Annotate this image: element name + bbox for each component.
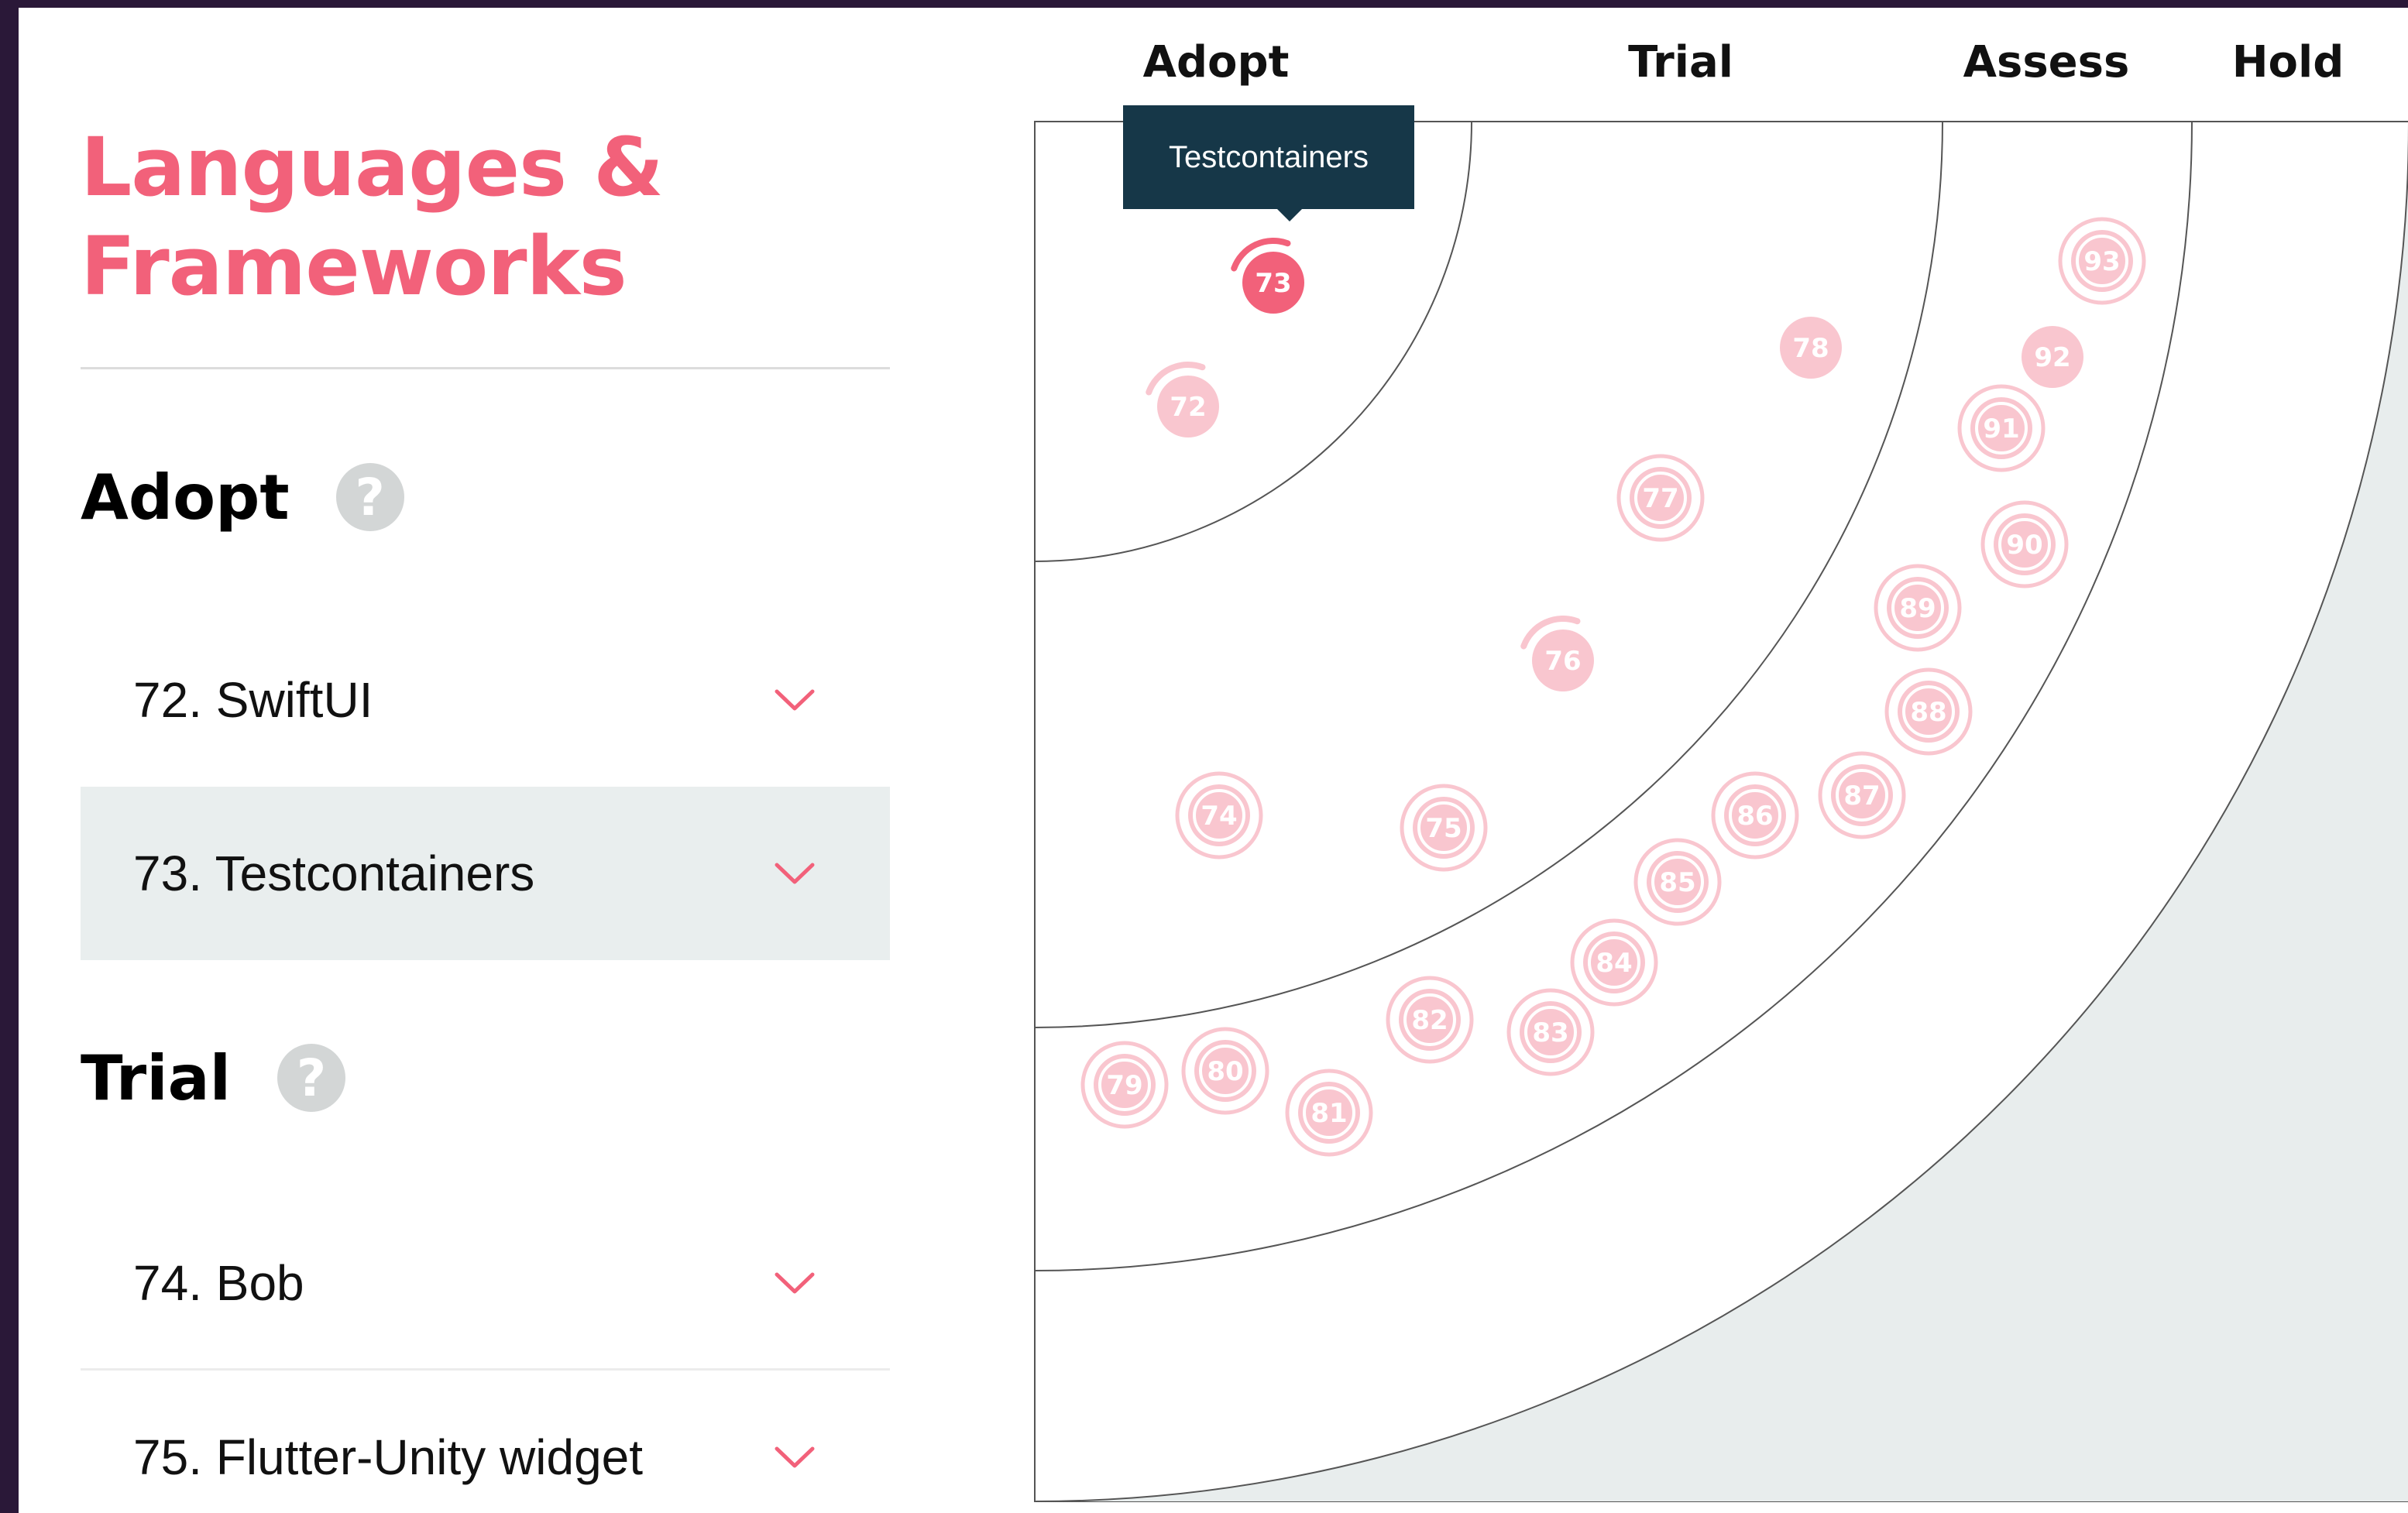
radar-blip-79[interactable]: 79 bbox=[1080, 1041, 1169, 1129]
radar-blip-93[interactable]: 93 bbox=[2058, 217, 2146, 305]
ring-heading-label: Adopt bbox=[81, 461, 290, 533]
blip-number: 76 bbox=[1544, 646, 1581, 677]
chevron-down-icon[interactable] bbox=[774, 860, 816, 887]
ring-heading-trial: Trial ? bbox=[81, 1039, 346, 1117]
question-mark-icon[interactable]: ? bbox=[277, 1044, 346, 1112]
radar-blip-84[interactable]: 84 bbox=[1570, 918, 1658, 1007]
blip-number: 90 bbox=[2006, 530, 2042, 561]
radar-blip-91[interactable]: 91 bbox=[1957, 384, 2046, 472]
blip-number: 84 bbox=[1596, 948, 1632, 979]
radar-blip-86[interactable]: 86 bbox=[1711, 771, 1799, 859]
blip-number: 93 bbox=[2083, 246, 2120, 277]
radar-quadrant: 72 73 74 75 76 77 78 79 80 81 82 83 84 85 86 87 88 89 90 91… bbox=[1034, 121, 2408, 1502]
radar-blip-75[interactable]: 75 bbox=[1400, 784, 1488, 872]
ring-heading-adopt: Adopt ? bbox=[81, 458, 404, 536]
blip-number: 72 bbox=[1170, 392, 1206, 423]
tooltip-arrow bbox=[1277, 209, 1302, 221]
list-item-bob[interactable]: 74. Bob bbox=[81, 1197, 890, 1371]
blip-number: 74 bbox=[1201, 801, 1237, 832]
list-item-swiftui[interactable]: 72. SwiftUI bbox=[81, 613, 890, 787]
blip-number: 86 bbox=[1736, 801, 1773, 832]
list-item-flutter-unity-widget[interactable]: 75. Flutter-Unity widget bbox=[81, 1371, 890, 1513]
radar-blip-77[interactable]: 77 bbox=[1616, 454, 1705, 542]
title-divider bbox=[81, 367, 890, 369]
list-item-label: 74. Bob bbox=[133, 1254, 304, 1311]
blip-number: 82 bbox=[1411, 1005, 1448, 1036]
list-item-testcontainers[interactable]: 73. Testcontainers bbox=[81, 787, 890, 960]
radar-blip-89[interactable]: 89 bbox=[1874, 564, 1962, 652]
blip-number: 79 bbox=[1106, 1070, 1142, 1101]
tooltip-text: Testcontainers bbox=[1169, 139, 1369, 174]
ring-label-assess: Assess bbox=[1963, 37, 2130, 87]
blip-number: 92 bbox=[2034, 342, 2070, 373]
blip-number: 80 bbox=[1207, 1056, 1243, 1087]
radar-blip-90[interactable]: 90 bbox=[1980, 500, 2069, 588]
radar-blip-74[interactable]: 74 bbox=[1175, 771, 1263, 859]
blip-number: 89 bbox=[1899, 593, 1936, 624]
radar-blip-80[interactable]: 80 bbox=[1181, 1027, 1269, 1115]
radar-blip-81[interactable]: 81 bbox=[1285, 1069, 1373, 1157]
blip-number: 91 bbox=[1983, 413, 2019, 444]
chevron-down-icon[interactable] bbox=[774, 1444, 816, 1470]
blip-number: 75 bbox=[1425, 813, 1462, 844]
radar-blip-87[interactable]: 87 bbox=[1818, 751, 1906, 839]
question-mark-icon[interactable]: ? bbox=[335, 463, 404, 531]
radar-blip-92[interactable]: 92 bbox=[2022, 326, 2083, 388]
blip-number: 78 bbox=[1792, 333, 1829, 364]
ring-label-adopt: Adopt bbox=[1142, 37, 1290, 87]
chevron-down-icon[interactable] bbox=[774, 1270, 816, 1296]
radar-blip-78[interactable]: 78 bbox=[1780, 317, 1842, 379]
blip-number: 87 bbox=[1843, 781, 1880, 811]
radar-blip-83[interactable]: 83 bbox=[1506, 988, 1595, 1076]
blip-number: 88 bbox=[1910, 697, 1946, 728]
ring-label-trial: Trial bbox=[1628, 37, 1733, 87]
list-item-label: 72. SwiftUI bbox=[133, 672, 373, 728]
radar-blip-82[interactable]: 82 bbox=[1386, 976, 1474, 1064]
blip-number: 85 bbox=[1659, 867, 1695, 898]
quadrant-title: Languages & Frameworks bbox=[81, 120, 664, 314]
ring-heading-label: Trial bbox=[81, 1041, 232, 1114]
blip-number: 77 bbox=[1642, 483, 1678, 514]
blip-tooltip: Testcontainers bbox=[1123, 105, 1414, 209]
ring-label-hold: Hold bbox=[2231, 37, 2344, 87]
blip-number: 73 bbox=[1255, 268, 1291, 299]
blip-number: 81 bbox=[1310, 1098, 1347, 1129]
list-item-label: 73. Testcontainers bbox=[133, 846, 535, 901]
tech-radar-page: Languages & Frameworks Adopt ? 72. Swift… bbox=[19, 8, 2408, 1513]
chevron-down-icon[interactable] bbox=[774, 687, 816, 713]
radar-blip-85[interactable]: 85 bbox=[1633, 838, 1722, 926]
radar-blip-88[interactable]: 88 bbox=[1884, 667, 1973, 756]
blip-number: 83 bbox=[1532, 1017, 1568, 1048]
list-item-label: 75. Flutter-Unity widget bbox=[133, 1429, 644, 1485]
